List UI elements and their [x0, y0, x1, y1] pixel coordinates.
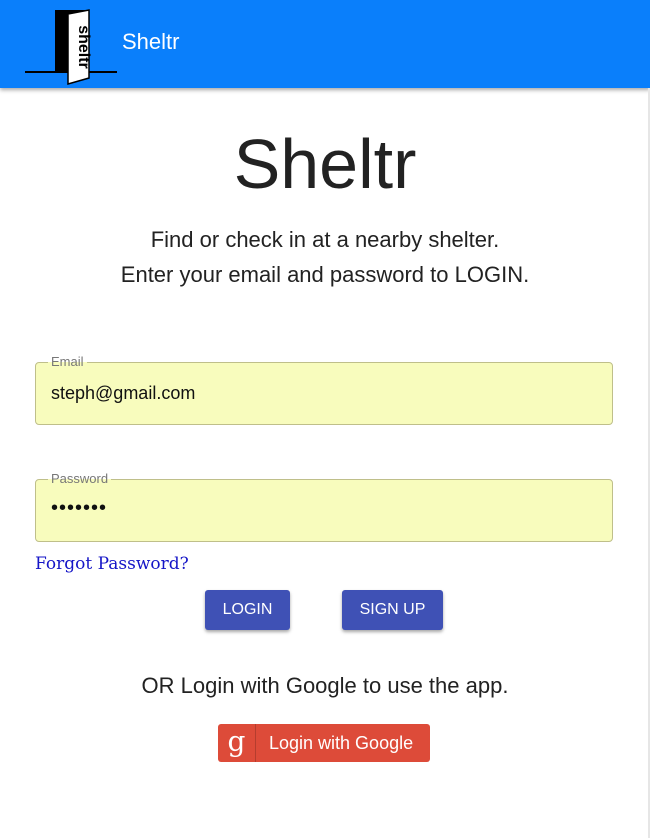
subtitle-line-1: Find or check in at a nearby shelter. [150, 227, 500, 252]
door-logo-icon: sheltr [25, 9, 117, 85]
google-g-icon: g [218, 724, 256, 762]
password-field[interactable]: Password ••••••• [35, 471, 613, 542]
page-title: Sheltr [233, 125, 417, 203]
google-login-label: Login with Google [269, 733, 414, 753]
sheltr-logo[interactable]: sheltr [25, 8, 117, 86]
password-label: Password [48, 471, 112, 487]
google-prompt: OR Login with Google to use the app. [141, 673, 509, 698]
subtitle-line-2: Enter your email and password to LOGIN. [120, 262, 530, 287]
app-title: Sheltr [122, 29, 180, 54]
app-bar: sheltr Sheltr [0, 0, 650, 88]
forgot-password-link[interactable]: Forgot Password? [35, 554, 189, 574]
signup-button[interactable]: SIGN UP [342, 590, 443, 630]
google-login-button[interactable]: g Login with Google [218, 724, 430, 762]
email-label: Email [48, 354, 87, 370]
password-input-value[interactable]: ••••••• [51, 497, 107, 520]
email-field[interactable]: Email steph@gmail.com [35, 354, 613, 425]
login-button[interactable]: LOGIN [205, 590, 290, 630]
logo-wordmark: sheltr [75, 25, 92, 69]
email-input-value[interactable]: steph@gmail.com [51, 383, 195, 404]
